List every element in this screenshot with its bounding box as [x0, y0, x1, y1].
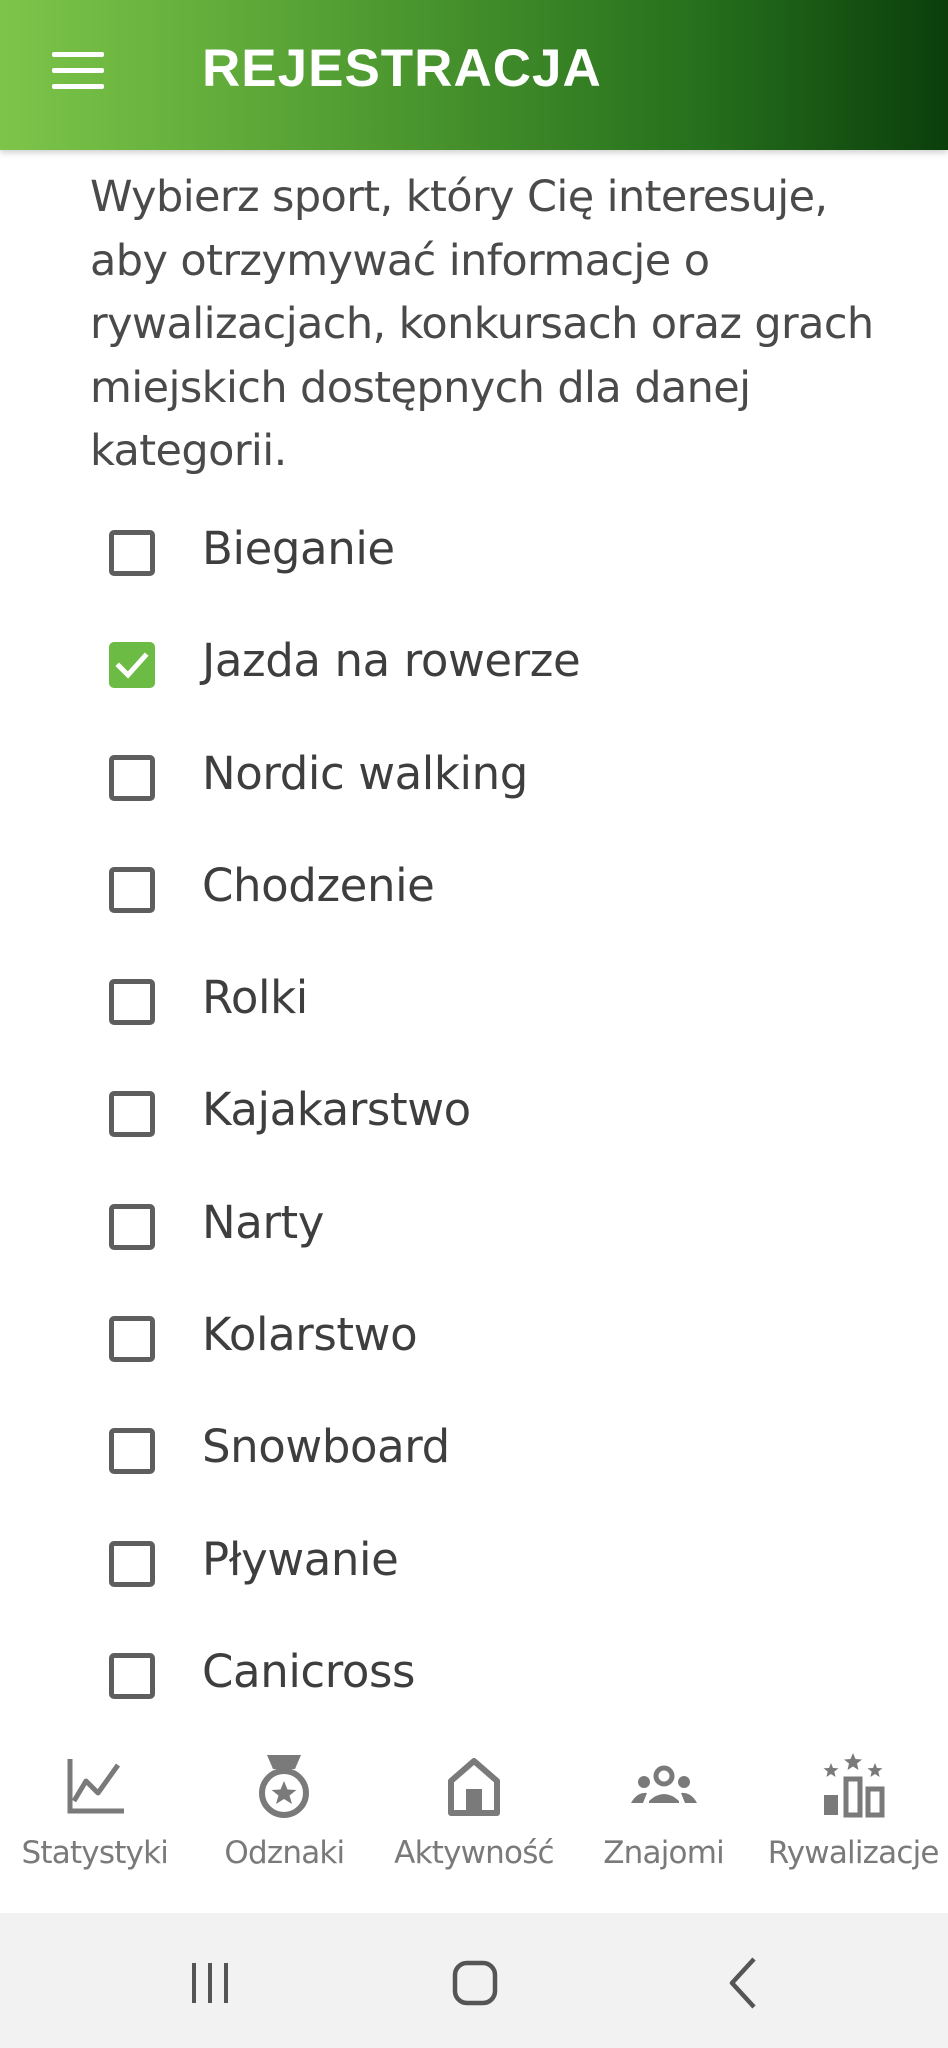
- sport-item-bieganie[interactable]: Bieganie: [0, 510, 948, 622]
- sport-item-chodzenie[interactable]: Chodzenie: [0, 847, 948, 959]
- nav-label: Rywalizacje: [767, 1835, 940, 1871]
- nav-label: Znajomi: [603, 1835, 724, 1871]
- bottom-navigation: Statystyki Odznaki Aktywność Znajomi Ryw…: [0, 1735, 948, 1913]
- intro-text: Wybierz sport, który Cię interesuje, aby…: [90, 172, 874, 476]
- nav-label: Aktywność: [394, 1835, 554, 1871]
- group-icon: [630, 1765, 697, 1803]
- sport-item-snowboard[interactable]: Snowboard: [0, 1408, 948, 1520]
- nav-item-odznaki[interactable]: Odznaki: [190, 1735, 380, 1913]
- checkbox[interactable]: [109, 1652, 155, 1699]
- checkmark-icon: [115, 652, 149, 679]
- chart-line-icon: [67, 1759, 124, 1814]
- nav-item-znajomi[interactable]: Znajomi: [569, 1735, 759, 1913]
- menu-line: [52, 67, 104, 73]
- system-navigation-bar: [0, 1913, 948, 2048]
- menu-line: [52, 51, 104, 57]
- sport-label: Jazda na rowerze: [202, 634, 581, 688]
- sport-item-jazda-na-rowerze[interactable]: Jazda na rowerze: [0, 622, 948, 734]
- menu-line: [52, 83, 104, 89]
- sport-item-kajakarstwo[interactable]: Kajakarstwo: [0, 1071, 948, 1183]
- checkbox[interactable]: [109, 754, 155, 801]
- checkbox[interactable]: [109, 979, 155, 1026]
- home-icon: [447, 1758, 500, 1816]
- checkbox-checked[interactable]: [109, 642, 155, 689]
- sport-label: Narty: [202, 1195, 325, 1249]
- nav-label: Odznaki: [224, 1835, 345, 1871]
- back-icon[interactable]: [702, 1943, 782, 2023]
- medal-icon: [259, 1755, 310, 1818]
- checkbox[interactable]: [109, 1203, 155, 1250]
- sport-label: Canicross: [202, 1644, 416, 1698]
- sport-label: Rolki: [202, 971, 308, 1025]
- sport-label: Kolarstwo: [202, 1308, 418, 1362]
- page-title: REJESTRACJA: [202, 39, 602, 98]
- sport-item-narty[interactable]: Narty: [0, 1184, 948, 1296]
- podium-stars-icon: [823, 1753, 885, 1818]
- sport-label: Kajakarstwo: [202, 1083, 471, 1137]
- sport-label: Chodzenie: [202, 858, 435, 912]
- nav-label: Statystyki: [21, 1835, 169, 1871]
- sport-item-plywanie[interactable]: Pływanie: [0, 1521, 948, 1633]
- checkbox[interactable]: [109, 1428, 155, 1475]
- sport-label: Snowboard: [202, 1420, 450, 1474]
- home-circle-icon[interactable]: [435, 1943, 515, 2023]
- checkbox[interactable]: [109, 1316, 155, 1363]
- sport-item-nordic-walking[interactable]: Nordic walking: [0, 735, 948, 847]
- sports-list: Bieganie Jazda na rowerze Nordic walking…: [0, 510, 948, 1745]
- checkbox[interactable]: [109, 1091, 155, 1138]
- hamburger-menu-icon[interactable]: [34, 36, 122, 104]
- app-header: REJESTRACJA: [0, 0, 948, 150]
- checkbox[interactable]: [109, 530, 155, 576]
- checkbox[interactable]: [109, 1540, 155, 1587]
- sport-item-canicross[interactable]: Canicross: [0, 1633, 948, 1745]
- recent-apps-icon[interactable]: [170, 1943, 250, 2023]
- sport-item-rolki[interactable]: Rolki: [0, 959, 948, 1071]
- nav-item-statystyki[interactable]: Statystyki: [0, 1735, 190, 1913]
- nav-item-aktywnosc[interactable]: Aktywność: [379, 1735, 569, 1913]
- checkbox[interactable]: [109, 866, 155, 913]
- sport-label: Pływanie: [202, 1532, 399, 1586]
- app-screen: REJESTRACJA Wybierz sport, który Cię int…: [0, 0, 948, 2048]
- sport-label: Bieganie: [202, 522, 395, 575]
- sport-item-kolarstwo[interactable]: Kolarstwo: [0, 1296, 948, 1408]
- nav-item-rywalizacje[interactable]: Rywalizacje: [758, 1735, 948, 1913]
- sport-label: Nordic walking: [202, 746, 528, 800]
